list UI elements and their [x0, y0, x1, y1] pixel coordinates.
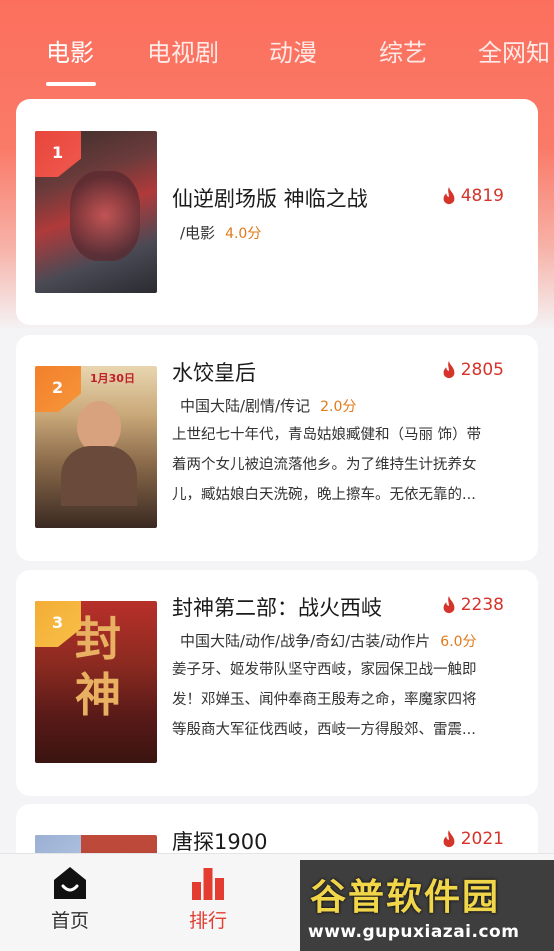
hot-count: 4819	[440, 186, 504, 206]
tab-tv-series[interactable]: 电视剧	[147, 33, 219, 68]
genre-text: 中国大陆/剧情/传记	[180, 397, 311, 415]
nav-home[interactable]: 首页	[30, 854, 110, 951]
item-title: 水饺皇后	[172, 361, 256, 385]
ranking-icon	[192, 868, 224, 900]
item-description: 上世纪七十年代，青岛姑娘臧健和（马丽 饰）带 着两个女儿被迫流落他乡。为了维持生…	[172, 427, 482, 503]
tab-variety[interactable]: 综艺	[379, 33, 427, 68]
poster-image: 1月30日 2	[35, 366, 157, 528]
item-title: 唐探1900	[172, 830, 268, 854]
item-meta: 中国大陆/动作/战争/奇幻/古装/动作片 6.0分	[180, 630, 477, 651]
active-tab-indicator	[46, 82, 96, 86]
score-text: 6.0分	[440, 634, 477, 650]
nav-home-label: 首页	[50, 910, 89, 932]
watermark-text: 谷普软件园	[310, 877, 501, 918]
poster-image: 1	[35, 131, 157, 293]
hot-count: 2238	[440, 595, 504, 615]
flame-icon	[443, 830, 455, 848]
hot-count: 2021	[440, 829, 504, 849]
tab-anime[interactable]: 动漫	[269, 33, 317, 68]
nav-ranking[interactable]: 排行	[168, 854, 248, 951]
flame-icon	[443, 187, 455, 205]
hot-count: 2805	[440, 360, 504, 380]
tab-all-web[interactable]: 全网知	[478, 33, 550, 68]
item-title: 封神第二部：战火西岐	[172, 596, 382, 620]
score-text: 4.0分	[225, 226, 262, 242]
rank-badge: 1	[35, 131, 81, 177]
flame-icon	[443, 361, 455, 379]
item-title: 仙逆剧场版 神临之战	[172, 187, 368, 211]
genre-text: 中国大陆/动作/战争/奇幻/古装/动作片	[180, 632, 431, 650]
category-tabs: 电影 电视剧 动漫 综艺 全网知	[0, 0, 554, 100]
genre-text: /电影	[180, 224, 216, 242]
item-meta: 中国大陆/剧情/传记 2.0分	[180, 395, 356, 416]
rank-badge: 2	[35, 366, 81, 412]
watermark-logo: 谷普软件园 www.gupuxiazai.com	[300, 860, 554, 951]
list-item[interactable]: 1月30日 2 水饺皇后 2805 中国大陆/剧情/传记 2.0分 上世纪七十年代…	[16, 335, 538, 561]
tab-movie[interactable]: 电影	[46, 33, 94, 68]
item-meta: /电影 4.0分	[180, 222, 261, 243]
home-icon	[54, 867, 86, 899]
score-text: 2.0分	[320, 399, 357, 415]
list-item[interactable]: 封神 3 封神第二部：战火西岐 2238 中国大陆/动作/战争/奇幻/古装/动作…	[16, 570, 538, 796]
item-description: 姜子牙、姬发带队坚守西岐，家园保卫战一触即 发！邓婵玉、闻仲奉商王殷寿之命，率魔…	[172, 662, 477, 738]
watermark-url: www.gupuxiazai.com	[308, 922, 520, 942]
nav-ranking-label: 排行	[188, 910, 227, 932]
flame-icon	[443, 596, 455, 614]
list-item[interactable]: 1 仙逆剧场版 神临之战 4819 /电影 4.0分	[16, 99, 538, 325]
poster-image: 封神 3	[35, 601, 157, 763]
